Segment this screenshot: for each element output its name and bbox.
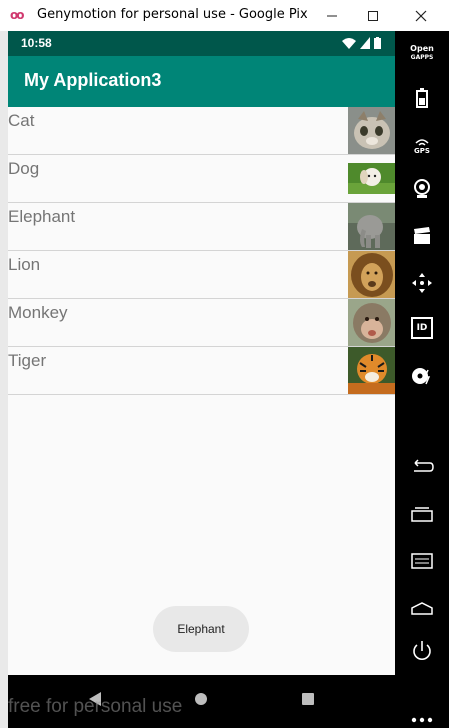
gps-label: GPS [414,147,430,155]
menu-icon [411,553,433,569]
signal-icon [360,37,370,49]
gps-button[interactable]: GPS [395,134,449,158]
dog-photo [348,155,395,202]
menu-button[interactable] [395,549,449,573]
status-time: 10:58 [21,36,52,50]
tiger-photo [348,347,395,394]
monkey-photo [348,299,395,346]
battery-button[interactable] [395,86,449,110]
background-window-strip [0,31,8,728]
window-title: Genymotion for personal use - Google Pix… [37,7,307,22]
app-title: My Application3 [24,70,162,90]
lion-photo [348,251,395,298]
list-item-label: Lion [8,255,41,274]
recents-nav-icon[interactable] [301,691,315,707]
power-button[interactable] [395,639,449,663]
disk-io-button[interactable] [395,364,449,388]
home-icon [411,602,433,615]
close-icon [415,10,427,21]
home-button[interactable] [395,596,449,620]
battery-icon [374,37,381,49]
opengapps-button[interactable]: Open GAPPS [395,41,449,65]
list-item[interactable]: Tiger [8,347,395,395]
gps-signal-icon [415,139,429,146]
close-button[interactable] [398,0,444,31]
cat-photo [348,107,395,154]
status-bar: 10:58 [8,31,395,56]
genymotion-app-icon: oo [10,8,24,22]
list-item[interactable]: Cat [8,107,395,155]
list-item-label: Cat [8,111,35,130]
dpad-button[interactable] [395,271,449,295]
power-icon [413,641,431,660]
watermark-text: free for personal use [8,696,183,717]
clapperboard-icon [414,227,430,244]
screencast-button[interactable] [395,224,449,248]
wifi-icon [342,38,356,49]
id-badge-icon: ID [411,317,433,339]
disk-icon [412,368,431,385]
list-item[interactable]: Monkey [8,299,395,347]
back-arrow-icon [414,459,434,472]
opengapps-label-line1: Open [410,44,434,53]
window-title-bar: oo Genymotion for personal use - Google … [0,0,449,32]
list-item[interactable]: Lion [8,251,395,299]
minimize-icon [327,15,337,16]
dpad-icon [412,273,432,293]
webcam-icon [414,179,430,198]
phone-screen: 10:58 My Application3 Cat Dog Elephant L… [8,31,395,728]
list-item-label: Elephant [8,207,76,226]
battery-icon [416,88,428,108]
maximize-button[interactable] [350,0,396,31]
elephant-photo [348,203,395,250]
list-item[interactable]: Dog [8,155,395,203]
list-item-label: Monkey [8,303,68,322]
identifiers-button[interactable]: ID [395,316,449,340]
back-button[interactable] [395,454,449,478]
more-button[interactable] [395,713,449,727]
list-item-label: Dog [8,159,40,178]
more-dots-icon [411,717,433,723]
home-nav-icon[interactable] [194,691,208,707]
maximize-icon [368,10,378,21]
animal-list: Cat Dog Elephant Lion Monkey Tiger Eleph… [8,107,395,675]
minimize-button[interactable] [309,0,355,31]
opengapps-label-line2: GAPPS [410,54,434,61]
list-item-label: Tiger [8,351,47,370]
toast-message: Elephant [153,606,249,652]
emulator-toolbar: Open GAPPS GPS ID [395,31,449,728]
list-item[interactable]: Elephant [8,203,395,251]
recent-apps-button[interactable] [395,502,449,526]
camera-button[interactable] [395,177,449,201]
recent-apps-icon [411,507,433,522]
app-bar: My Application3 [8,56,395,107]
